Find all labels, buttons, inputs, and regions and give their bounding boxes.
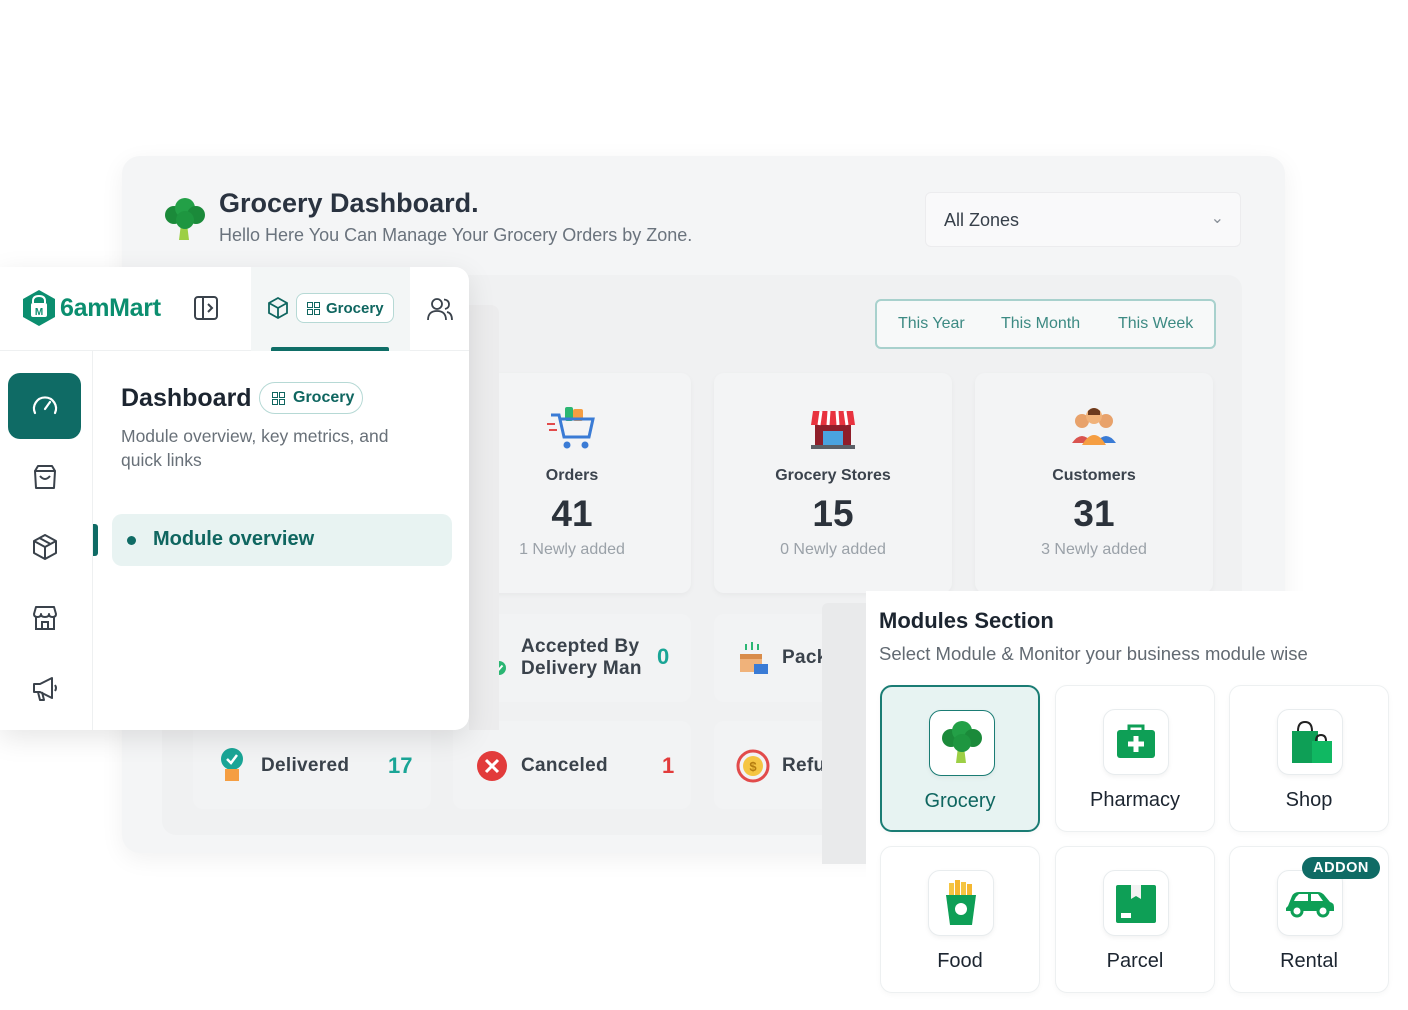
module-card-food[interactable]: Food	[880, 846, 1040, 993]
stat-note: 0 Newly added	[780, 541, 886, 558]
stat-note: 3 Newly added	[1041, 541, 1147, 558]
module-icon-box	[1103, 709, 1169, 775]
svg-text:$: $	[749, 759, 757, 774]
divider	[822, 603, 866, 864]
rail-item-dashboard[interactable]	[8, 373, 81, 439]
status-label-line1: Accepted By	[521, 636, 640, 657]
zone-select-value: All Zones	[944, 210, 1020, 230]
package-icon	[32, 534, 57, 560]
svg-text:M: M	[35, 307, 43, 318]
fries-icon	[946, 880, 976, 925]
status-card-canceled[interactable]: Canceled 1	[453, 721, 691, 809]
grid-icon	[272, 392, 285, 405]
module-name: Grocery	[924, 790, 996, 812]
status-value: 0	[657, 644, 670, 669]
tab-this-week[interactable]: This Week	[1118, 315, 1193, 333]
modules-section: Modules Section Select Module & Monitor …	[866, 591, 1408, 1010]
shopping-bag-icon	[33, 465, 56, 489]
cube-icon	[268, 296, 288, 320]
page-title: Dashboard	[121, 384, 252, 412]
refund-coin-icon: $	[736, 749, 770, 783]
module-card-pharmacy[interactable]: Pharmacy	[1055, 685, 1215, 832]
zone-select[interactable]: All Zones ⌄	[925, 192, 1241, 247]
store-icon	[32, 606, 57, 630]
shopping-bags-icon	[1292, 720, 1332, 763]
module-card-parcel[interactable]: Parcel	[1055, 846, 1215, 993]
broccoli-icon	[942, 721, 982, 763]
delivered-badge-icon	[221, 748, 243, 781]
nav-item-label: Module overview	[153, 528, 315, 550]
module-name: Parcel	[1106, 950, 1164, 972]
dashboard-gauge-icon	[32, 396, 57, 415]
module-name: Shop	[1285, 789, 1333, 811]
store-front-icon	[811, 410, 855, 449]
dashboard-title: Grocery Dashboard.	[219, 188, 479, 218]
page-module-chip-label: Grocery	[293, 389, 355, 406]
status-card-delivered[interactable]: Delivered 17	[193, 721, 431, 809]
status-label-line2: Delivery Man	[521, 658, 642, 679]
brand-logo-icon: M	[23, 290, 55, 326]
broccoli-icon	[165, 198, 205, 240]
status-label: Canceled	[521, 755, 608, 776]
rail-item-orders[interactable]	[8, 444, 81, 510]
chevron-down-icon: ⌄	[1210, 210, 1224, 227]
cart-icon	[547, 407, 595, 449]
page-description: Module overview, key metrics, and quick …	[121, 426, 389, 470]
module-card-shop[interactable]: Shop	[1229, 685, 1389, 832]
module-chip[interactable]: Grocery	[296, 293, 394, 323]
active-nav-indicator	[93, 524, 98, 556]
module-name: Rental	[1280, 950, 1338, 972]
sidebar-header: M 6amMart Grocery	[0, 267, 469, 351]
module-icon-box	[1277, 870, 1343, 936]
module-card-grocery[interactable]: Grocery	[880, 685, 1040, 832]
addon-badge: ADDON	[1302, 857, 1380, 879]
module-name: Pharmacy	[1089, 789, 1181, 811]
stat-card-grocery-stores[interactable]: Grocery Stores 15 0 Newly added	[714, 373, 952, 593]
grid-icon	[307, 302, 320, 315]
module-icon-box	[929, 710, 995, 776]
nav-item-module-overview[interactable]: Module overview	[112, 514, 452, 566]
status-label: Delivered	[261, 755, 350, 776]
active-tab-indicator	[271, 347, 389, 351]
car-icon	[1286, 892, 1334, 918]
package-box-icon	[740, 642, 768, 674]
stat-value: 15	[812, 493, 854, 534]
module-icon-box	[928, 870, 994, 936]
icon-rail	[0, 351, 93, 730]
dashboard-subtitle: Hello Here You Can Manage Your Grocery O…	[219, 225, 693, 245]
sidebar-panel: M 6amMart Grocery Dashboard Grocery Modu…	[0, 267, 469, 730]
tab-this-month[interactable]: This Month	[1001, 315, 1080, 333]
cancel-icon	[477, 751, 507, 781]
page-module-chip: Grocery	[259, 382, 363, 414]
sidebar-toggle-icon[interactable]	[192, 294, 220, 322]
modules-subtitle: Select Module & Monitor your business mo…	[879, 643, 1308, 664]
stat-card-customers[interactable]: Customers 31 3 Newly added	[975, 373, 1213, 593]
module-name: Food	[937, 950, 983, 972]
status-label: Accepted By Delivery Man	[521, 636, 642, 680]
bullet-dot-icon	[127, 536, 136, 545]
first-aid-kit-icon	[1117, 724, 1155, 758]
divider	[469, 305, 499, 730]
rail-item-items[interactable]	[8, 514, 81, 580]
module-chip-label: Grocery	[326, 300, 384, 317]
stat-value: 31	[1073, 493, 1115, 534]
customers-icon	[1072, 408, 1116, 445]
stat-label: Grocery Stores	[775, 467, 891, 484]
parcel-box-icon	[1116, 885, 1156, 923]
status-value: 1	[662, 753, 675, 778]
rail-item-stores[interactable]	[8, 585, 81, 651]
stat-label: Customers	[1052, 467, 1136, 484]
module-icon-box	[1277, 709, 1343, 775]
users-icon[interactable]	[426, 296, 454, 322]
tab-this-year[interactable]: This Year	[898, 315, 965, 333]
rail-item-marketing[interactable]	[8, 655, 81, 721]
modules-title: Modules Section	[879, 608, 1054, 633]
megaphone-icon	[32, 677, 57, 701]
period-tabs: This Year This Month This Week	[875, 299, 1216, 349]
status-value: 17	[388, 753, 413, 778]
module-switcher[interactable]: Grocery	[251, 267, 410, 351]
module-icon-box	[1103, 870, 1169, 936]
brand-name: 6amMart	[60, 294, 161, 322]
